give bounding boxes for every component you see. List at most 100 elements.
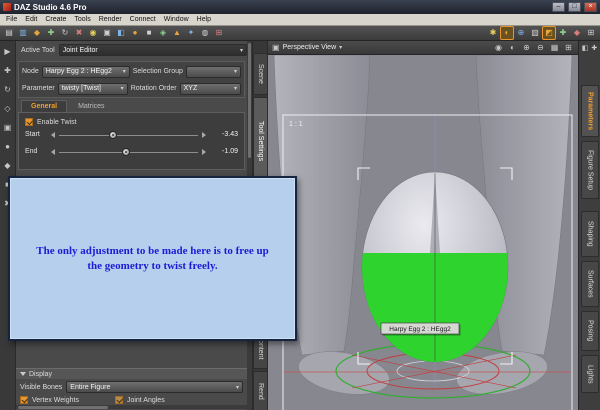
start-slider-knob[interactable] xyxy=(109,130,118,139)
strip-tool-icon[interactable]: ✚ xyxy=(2,65,13,76)
tab-surfaces[interactable]: Surfaces xyxy=(581,261,599,307)
toolbar-icon-active-mode[interactable]: ◩ xyxy=(542,26,556,40)
strip-tool-icon[interactable]: ▶ xyxy=(2,46,13,57)
general-tab-content: Enable Twist Start -3.43 End -1.09 xyxy=(18,112,245,170)
scrollbar-thumb[interactable] xyxy=(248,43,251,158)
strip-tool-icon[interactable]: ↻ xyxy=(2,84,13,95)
toolbar-icon[interactable]: ■ xyxy=(143,27,155,39)
selection-group-select[interactable]: ▾ xyxy=(185,65,241,78)
rotation-order-select[interactable]: XYZ ▾ xyxy=(179,82,241,95)
strip-tool-icon[interactable]: ◆ xyxy=(2,160,13,171)
start-slider-row: Start -3.43 xyxy=(19,126,244,143)
right-dock-tabstrip: ◧ ✚ Parameters Figure Setup Shaping Surf… xyxy=(578,41,600,410)
tab-lights[interactable]: Lights xyxy=(581,355,599,393)
menu-item-file[interactable]: File xyxy=(2,14,21,26)
joint-angles-checkbox[interactable] xyxy=(114,396,123,404)
dock-options-icon[interactable]: ◧ xyxy=(582,44,589,52)
close-button[interactable]: × xyxy=(584,2,597,12)
toolbar-icon[interactable]: ▥ xyxy=(17,27,29,39)
start-slider[interactable] xyxy=(59,130,198,140)
active-tool-row: Active Tool Joint Editor ▾ xyxy=(16,44,252,56)
viewport-orbit-icon[interactable]: ◉ xyxy=(493,43,504,52)
display-section-header[interactable]: Display xyxy=(16,368,247,379)
toolbar-icon-active-tool[interactable]: ◐ xyxy=(500,26,514,40)
toolbar-icon[interactable]: ✚ xyxy=(557,27,569,39)
menu-item-window[interactable]: Window xyxy=(160,14,193,26)
viewport-zoom-out-icon[interactable]: ⊖ xyxy=(535,43,546,52)
tab-general[interactable]: General xyxy=(21,100,68,112)
strip-tool-icon[interactable]: ● xyxy=(2,141,13,152)
slider-decrement-icon[interactable] xyxy=(51,148,55,155)
maximize-button[interactable]: □ xyxy=(568,2,581,12)
toolbar-icon[interactable]: ⊞ xyxy=(585,27,597,39)
toolbar-icon[interactable]: ⊕ xyxy=(515,27,527,39)
tab-matrices[interactable]: Matrices xyxy=(69,101,113,112)
toolbar-icon[interactable]: ▣ xyxy=(101,27,113,39)
chevron-down-icon[interactable]: ▾ xyxy=(339,44,342,51)
chevron-down-icon: ▾ xyxy=(120,86,124,92)
toolbar-icon[interactable]: ↻ xyxy=(59,27,71,39)
tab-scene[interactable]: Scene xyxy=(253,53,268,95)
toolbar-icon[interactable]: ✱ xyxy=(487,27,499,39)
tab-posing[interactable]: Posing xyxy=(581,311,599,351)
start-slider-label: Start xyxy=(25,131,40,138)
parameter-select[interactable]: twisty [Twist] ▾ xyxy=(57,82,128,95)
toolbar-icon[interactable]: ◉ xyxy=(87,27,99,39)
end-slider-row: End -1.09 xyxy=(19,143,244,160)
tab-shaping[interactable]: Shaping xyxy=(581,211,599,257)
toolbar-icon[interactable]: ◆ xyxy=(571,27,583,39)
toolbar-icon[interactable]: ▲ xyxy=(171,27,183,39)
toolbar-icon[interactable]: ✖ xyxy=(73,27,85,39)
viewport-grid-icon[interactable]: ▦ xyxy=(549,43,560,52)
viewport-canvas[interactable]: 1 : 1 Harpy Egg 2 : HEgg2 xyxy=(268,55,578,410)
minimize-button[interactable]: – xyxy=(552,2,565,12)
strip-tool-icon[interactable]: ▣ xyxy=(2,122,13,133)
end-slider[interactable] xyxy=(59,147,198,157)
slider-increment-icon[interactable] xyxy=(202,131,206,138)
visible-bones-select[interactable]: Entire Figure ▾ xyxy=(66,381,243,393)
dock-add-icon[interactable]: ✚ xyxy=(591,44,597,52)
chevron-down-icon: ▾ xyxy=(235,384,239,391)
slider-decrement-icon[interactable] xyxy=(51,131,55,138)
tab-tool-settings[interactable]: Tool Settings xyxy=(253,97,268,185)
toolbar-icon[interactable]: ◈ xyxy=(157,27,169,39)
node-value: Harpy Egg 2 : HEgg2 xyxy=(45,68,112,75)
menu-item-create[interactable]: Create xyxy=(41,14,70,26)
vertex-weights-checkbox[interactable] xyxy=(20,396,28,404)
view-selector[interactable]: Perspective View xyxy=(283,44,337,51)
toolbar-icon[interactable]: ◆ xyxy=(31,27,43,39)
menu-item-render[interactable]: Render xyxy=(95,14,126,26)
toolbar-icon[interactable]: ⊞ xyxy=(213,27,225,39)
menu-item-tools[interactable]: Tools xyxy=(70,14,94,26)
menu-item-help[interactable]: Help xyxy=(193,14,215,26)
menu-item-edit[interactable]: Edit xyxy=(21,14,41,26)
end-slider-knob[interactable] xyxy=(121,147,130,156)
tab-parameters[interactable]: Parameters xyxy=(581,85,599,137)
app-window: DAZ Studio 4.6 Pro – □ × File Edit Creat… xyxy=(0,0,600,410)
display-section-title: Display xyxy=(29,370,52,378)
horizontal-scrollbar[interactable] xyxy=(16,405,247,409)
scrollbar-thumb[interactable] xyxy=(18,405,108,409)
active-tool-select[interactable]: Joint Editor ▾ xyxy=(58,44,247,56)
toolbar-icon[interactable]: ◍ xyxy=(199,27,211,39)
slider-increment-icon[interactable] xyxy=(202,148,206,155)
toolbar-icon[interactable]: ▤ xyxy=(3,27,15,39)
toolbar-icon[interactable]: ▧ xyxy=(529,27,541,39)
toolbar-icon[interactable]: ◧ xyxy=(115,27,127,39)
tab-figure-setup[interactable]: Figure Setup xyxy=(581,141,599,199)
viewport-shade-icon[interactable]: ◐ xyxy=(507,43,518,52)
strip-tool-icon[interactable]: ◇ xyxy=(2,103,13,114)
joint-editor-groupbox: Node Harpy Egg 2 : HEgg2 ▾ Selection Gro… xyxy=(18,61,245,98)
node-select[interactable]: Harpy Egg 2 : HEgg2 ▾ xyxy=(41,65,130,78)
enable-twist-label: Enable Twist xyxy=(37,118,77,126)
menu-item-connect[interactable]: Connect xyxy=(126,14,160,26)
toolbar-icon[interactable]: ✦ xyxy=(185,27,197,39)
window-title: DAZ Studio 4.6 Pro xyxy=(14,2,87,12)
toolbar-icon[interactable]: ● xyxy=(129,27,141,39)
viewport-layout-icon[interactable]: ⊞ xyxy=(563,43,574,52)
toolbar-icon[interactable]: ✚ xyxy=(45,27,57,39)
enable-twist-checkbox[interactable] xyxy=(25,118,33,126)
panel-tabs: General Matrices xyxy=(18,99,245,112)
tab-render-settings[interactable]: Rend xyxy=(253,371,268,410)
viewport-zoom-in-icon[interactable]: ⊕ xyxy=(521,43,532,52)
